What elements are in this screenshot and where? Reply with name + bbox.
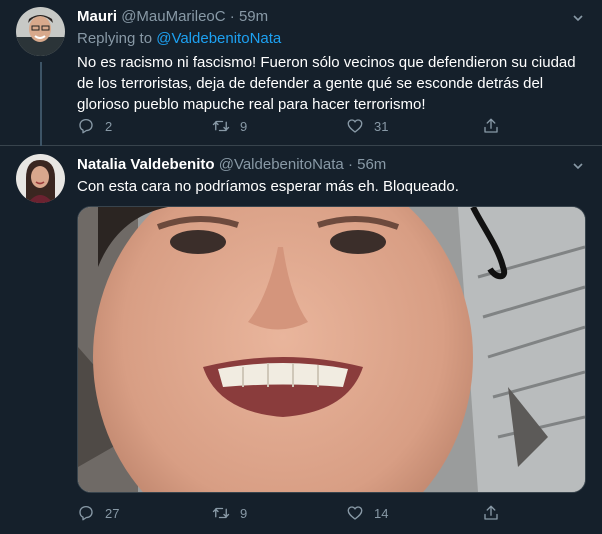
tweet-text: Con esta cara no podríamos esperar más e…	[77, 178, 459, 195]
tweet-actions: 2 9 31	[77, 117, 517, 137]
like-icon	[347, 119, 363, 133]
tweet-header: Mauri @MauMarileoC · 59m	[77, 8, 268, 25]
reply-icon	[79, 118, 93, 134]
reply-icon	[79, 505, 93, 521]
replying-prefix: Replying to	[77, 30, 153, 47]
retweet-icon	[212, 507, 230, 519]
timestamp[interactable]: · 59m	[230, 8, 268, 25]
tweet-mauri[interactable]: Mauri @MauMarileoC · 59m Replying to @Va…	[0, 0, 602, 146]
share-button[interactable]	[482, 117, 510, 135]
chevron-down-icon[interactable]	[572, 159, 584, 171]
reply-count: 27	[105, 505, 120, 521]
share-button[interactable]	[482, 504, 510, 522]
reply-button[interactable]: 2	[77, 117, 112, 135]
share-icon	[484, 505, 498, 520]
tweet-actions: 27 9 14	[77, 504, 517, 524]
thread-line	[40, 62, 42, 146]
tweet-photo[interactable]	[77, 206, 586, 493]
display-name[interactable]: Mauri	[77, 8, 117, 25]
like-button[interactable]: 14	[346, 504, 388, 522]
like-count: 31	[374, 118, 389, 134]
handle[interactable]: @MauMarileoC	[121, 8, 225, 25]
avatar[interactable]	[16, 7, 65, 56]
timestamp[interactable]: · 56m	[348, 156, 386, 173]
retweet-button[interactable]: 9	[212, 117, 247, 135]
replying-to: Replying to @ValdebenitoNata	[77, 30, 281, 47]
like-count: 14	[374, 505, 389, 521]
retweet-count: 9	[240, 118, 248, 134]
tweet-text: No es racismo ni fascismo! Fueron sólo v…	[77, 54, 576, 113]
share-icon	[484, 118, 498, 133]
tweet-header: Natalia Valdebenito @ValdebenitoNata · 5…	[77, 156, 386, 173]
retweet-icon	[212, 120, 230, 132]
reply-count: 2	[105, 118, 113, 134]
reply-button[interactable]: 27	[77, 504, 119, 522]
retweet-button[interactable]: 9	[212, 504, 247, 522]
like-button[interactable]: 31	[346, 117, 388, 135]
display-name[interactable]: Natalia Valdebenito	[77, 156, 215, 173]
replying-to-link[interactable]: @ValdebenitoNata	[156, 30, 281, 47]
chevron-down-icon[interactable]	[572, 11, 584, 23]
handle[interactable]: @ValdebenitoNata	[219, 156, 344, 173]
tweet-natalia[interactable]: Natalia Valdebenito @ValdebenitoNata · 5…	[0, 146, 602, 534]
avatar[interactable]	[16, 154, 65, 203]
retweet-count: 9	[240, 505, 248, 521]
like-icon	[347, 506, 363, 520]
